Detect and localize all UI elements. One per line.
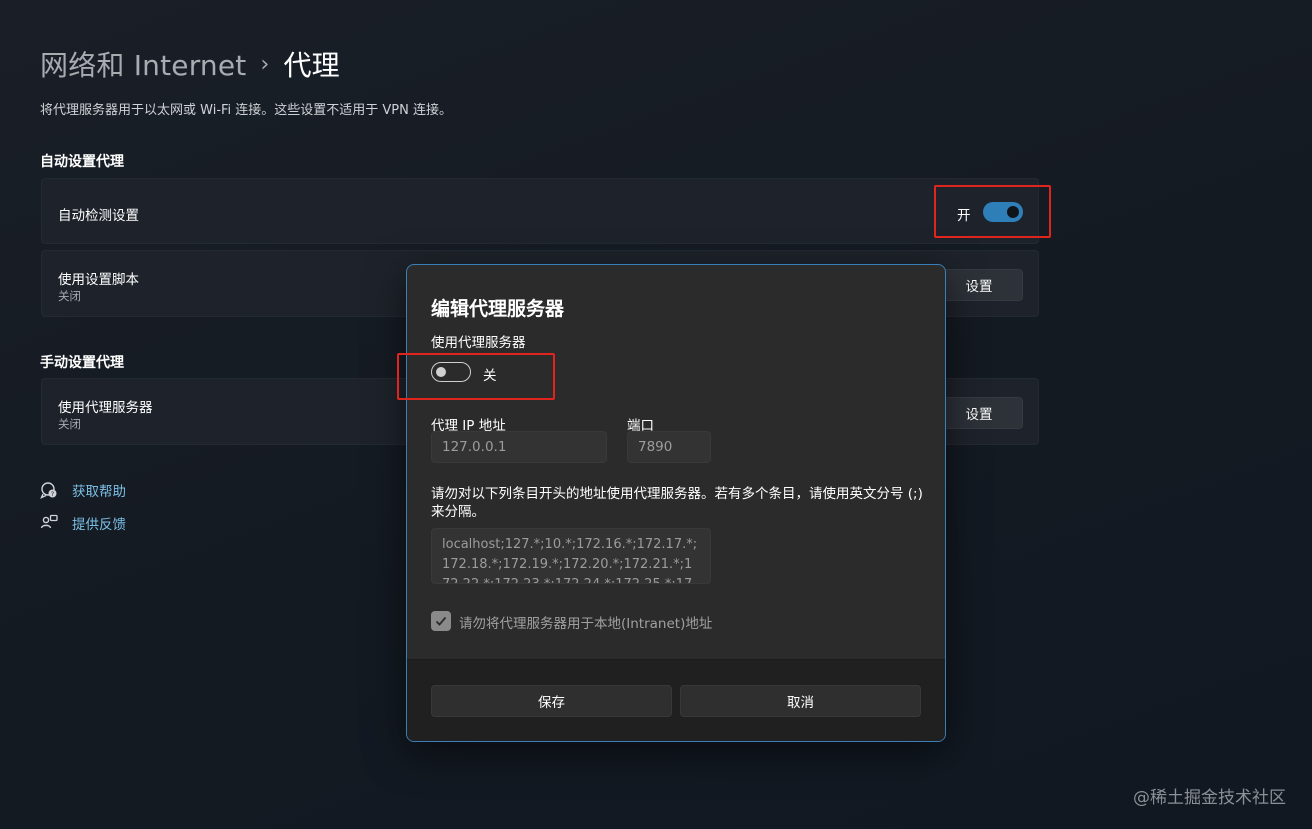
use-proxy-toggle[interactable] — [431, 362, 471, 382]
proxy-server-label: 使用代理服务器 — [58, 400, 153, 416]
breadcrumb-parent[interactable]: 网络和 Internet — [40, 44, 246, 84]
toggle-knob — [1007, 206, 1019, 218]
save-button[interactable]: 保存 — [431, 685, 672, 717]
get-help-label: 获取帮助 — [72, 484, 126, 500]
auto-proxy-section-title: 自动设置代理 — [40, 154, 124, 170]
manual-proxy-section-title: 手动设置代理 — [40, 355, 124, 371]
use-proxy-label: 使用代理服务器 — [431, 335, 526, 351]
proxy-ip-input[interactable]: 127.0.0.1 — [431, 431, 607, 463]
get-help-link[interactable]: ? 获取帮助 — [40, 480, 126, 500]
svg-text:?: ? — [51, 490, 54, 498]
chevron-right-icon: › — [260, 51, 270, 77]
breadcrumb: 网络和 Internet › 代理 — [40, 44, 340, 84]
page-description: 将代理服务器用于以太网或 Wi-Fi 连接。这些设置不适用于 VPN 连接。 — [40, 103, 453, 118]
use-proxy-toggle-state: 关 — [483, 368, 497, 384]
help-icon: ? — [40, 481, 58, 499]
watermark: @稀土掘金技术社区 — [1133, 788, 1286, 808]
auto-detect-label: 自动检测设置 — [58, 208, 139, 224]
bypass-local-checkbox[interactable] — [431, 611, 451, 631]
page-title: 代理 — [283, 49, 340, 82]
cancel-button[interactable]: 取消 — [680, 685, 921, 717]
auto-detect-toggle-state: 开 — [957, 208, 971, 224]
exceptions-description: 请勿对以下列条目开头的地址使用代理服务器。若有多个条目，请使用英文分号 (;) … — [431, 486, 923, 520]
edit-proxy-dialog: 编辑代理服务器 使用代理服务器 关 代理 IP 地址 127.0.0.1 端口 … — [406, 264, 946, 742]
setup-script-label: 使用设置脚本 — [58, 272, 139, 288]
proxy-server-settings-button[interactable]: 设置 — [935, 397, 1023, 429]
setup-script-status: 关闭 — [58, 289, 81, 303]
auto-detect-card: 自动检测设置 开 — [41, 178, 1039, 244]
auto-detect-toggle[interactable] — [983, 202, 1023, 222]
setup-script-settings-button[interactable]: 设置 — [935, 269, 1023, 301]
toggle-knob — [436, 367, 446, 377]
give-feedback-link[interactable]: 提供反馈 — [40, 513, 126, 533]
dialog-title: 编辑代理服务器 — [431, 298, 565, 320]
give-feedback-label: 提供反馈 — [72, 517, 126, 533]
feedback-icon — [40, 514, 58, 532]
exceptions-textarea[interactable]: localhost;127.*;10.*;172.16.*;172.17.*;1… — [431, 528, 711, 584]
bypass-local-label: 请勿将代理服务器用于本地(Intranet)地址 — [459, 616, 713, 632]
proxy-server-status: 关闭 — [58, 417, 81, 431]
port-input[interactable]: 7890 — [627, 431, 711, 463]
checkmark-icon — [435, 616, 447, 626]
